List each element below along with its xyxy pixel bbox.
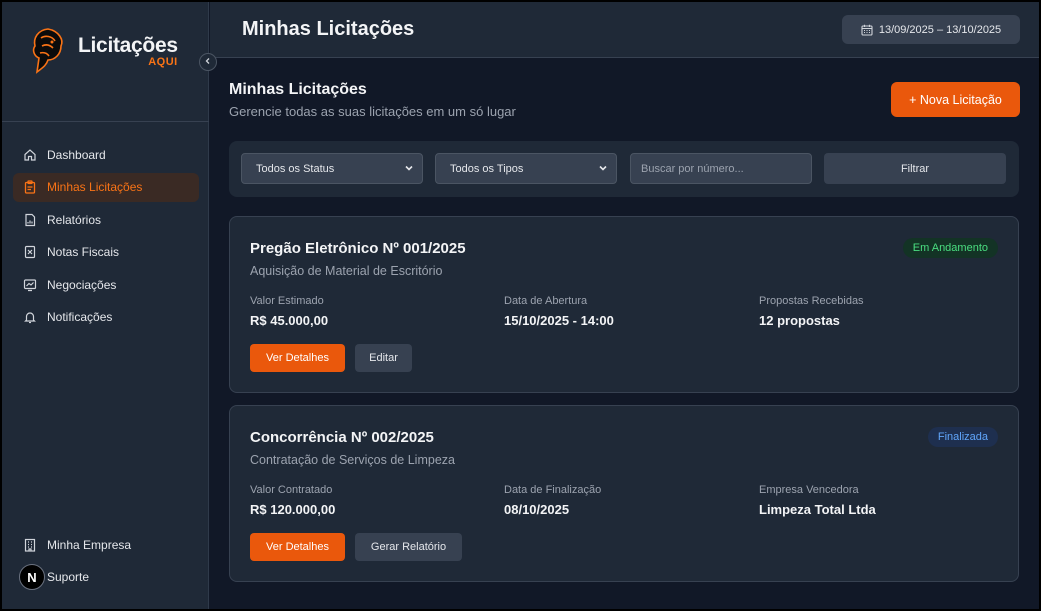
calendar-icon: [861, 24, 873, 36]
page-subtitle: Gerencie todas as suas licitações em um …: [229, 104, 516, 119]
card-field: Data de Finalização 08/10/2025: [504, 484, 601, 517]
card-field: Valor Estimado R$ 45.000,00: [250, 295, 328, 328]
page-title: Minhas Licitações: [229, 81, 367, 98]
field-value: Limpeza Total Ltda: [759, 502, 876, 517]
field-value: R$ 120.000,00: [250, 502, 336, 517]
card-title: Pregão Eletrônico Nº 001/2025: [250, 240, 466, 257]
field-value: R$ 45.000,00: [250, 313, 329, 328]
field-value: 12 propostas: [759, 313, 840, 328]
status-select[interactable]: Todos os Status: [241, 153, 423, 184]
search-input[interactable]: [630, 153, 812, 184]
sidebar-item-notificacoes[interactable]: Notificações: [13, 303, 199, 332]
sidebar-item-label: Minhas Licitações: [47, 180, 143, 194]
chevron-down-icon: [404, 163, 414, 173]
bell-icon: [23, 310, 37, 324]
sidebar: Licitações AQUI Dashboard Minhas Licitaç…: [0, 0, 209, 611]
brand-subtitle: AQUI: [148, 55, 178, 68]
field-label: Data de Finalização: [504, 484, 602, 496]
main-content: Minhas Licitações Gerencie todas as suas…: [210, 58, 1041, 611]
report-icon: [23, 213, 37, 227]
view-details-button[interactable]: Ver Detalhes: [250, 344, 345, 372]
sidebar-item-minhas-licitacoes[interactable]: Minhas Licitações: [13, 172, 199, 202]
sidebar-item-negociacoes[interactable]: Negociações: [13, 270, 199, 299]
sidebar-divider: [0, 121, 209, 122]
sidebar-item-label: Suporte: [47, 570, 90, 584]
home-icon: [23, 148, 37, 162]
licitacao-card: Pregão Eletrônico Nº 001/2025 Aquisição …: [229, 216, 1019, 393]
field-label: Empresa Vencedora: [759, 484, 859, 496]
status-select-value: Todos os Status: [256, 162, 335, 175]
sidebar-item-label: Dashboard: [47, 147, 106, 162]
brand-logo[interactable]: Licitações AQUI: [28, 24, 188, 78]
card-subtitle: Contratação de Serviços de Limpeza: [250, 453, 455, 467]
sidebar-item-label: Notas Fiscais: [47, 245, 120, 259]
sidebar-item-relatorios[interactable]: Relatórios: [13, 205, 199, 234]
card-field: Propostas Recebidas 12 propostas: [759, 295, 864, 328]
sidebar-item-label: Relatórios: [47, 212, 102, 227]
field-label: Valor Contratado: [250, 484, 333, 496]
card-field: Valor Contratado R$ 120.000,00: [250, 484, 335, 517]
brand-title: Licitações: [78, 33, 178, 57]
card-title: Concorrência Nº 002/2025: [250, 429, 434, 446]
sidebar-item-label: Minha Empresa: [47, 537, 132, 552]
sidebar-item-notas-fiscais[interactable]: Notas Fiscais: [13, 238, 199, 267]
filter-bar: Todos os Status Todos os Tipos Filtrar: [229, 141, 1019, 197]
chart-icon: [23, 278, 37, 292]
card-field: Data de Abertura 15/10/2025 - 14:00: [504, 295, 614, 328]
card-field: Empresa Vencedora Limpeza Total Ltda: [759, 484, 876, 517]
field-value: 15/10/2025 - 14:00: [504, 313, 614, 328]
invoice-icon: [23, 245, 37, 259]
new-licitacao-button[interactable]: + Nova Licitação: [891, 82, 1020, 117]
filter-button[interactable]: Filtrar: [824, 153, 1006, 184]
field-label: Valor Estimado: [250, 295, 324, 307]
lion-logo-icon: [28, 26, 70, 76]
edit-button[interactable]: Editar: [355, 344, 412, 372]
chevron-left-icon: [204, 57, 212, 68]
collapse-sidebar-button[interactable]: [199, 53, 217, 71]
status-badge: Em Andamento: [902, 238, 998, 258]
date-range-picker[interactable]: 13/09/2025 – 13/10/2025: [842, 15, 1020, 44]
sidebar-item-label: Negociações: [47, 277, 117, 292]
topbar: Minhas Licitações 13/09/2025 – 13/10/202…: [210, 0, 1041, 58]
licitacao-card: Concorrência Nº 002/2025 Contratação de …: [229, 405, 1019, 582]
type-select[interactable]: Todos os Tipos: [435, 153, 617, 184]
topbar-title: Minhas Licitações: [242, 18, 415, 40]
sidebar-item-minha-empresa[interactable]: Minha Empresa: [13, 530, 199, 559]
sidebar-nav: Dashboard Minhas Licitações Relatórios N…: [13, 140, 199, 335]
date-range-text: 13/09/2025 – 13/10/2025: [878, 23, 1002, 36]
field-value: 08/10/2025: [504, 502, 570, 517]
sidebar-item-dashboard[interactable]: Dashboard: [13, 140, 199, 169]
status-badge: Finalizada: [927, 427, 998, 447]
generate-report-button[interactable]: Gerar Relatório: [355, 533, 462, 561]
card-subtitle: Aquisição de Material de Escritório: [250, 264, 443, 278]
avatar[interactable]: N: [19, 564, 45, 590]
chevron-down-icon: [598, 163, 608, 173]
type-select-value: Todos os Tipos: [450, 162, 524, 175]
field-label: Data de Abertura: [504, 295, 588, 307]
building-icon: [23, 538, 37, 552]
clipboard-icon: [23, 180, 37, 194]
field-label: Propostas Recebidas: [759, 295, 864, 307]
sidebar-item-label: Notificações: [47, 310, 113, 324]
view-details-button[interactable]: Ver Detalhes: [250, 533, 345, 561]
